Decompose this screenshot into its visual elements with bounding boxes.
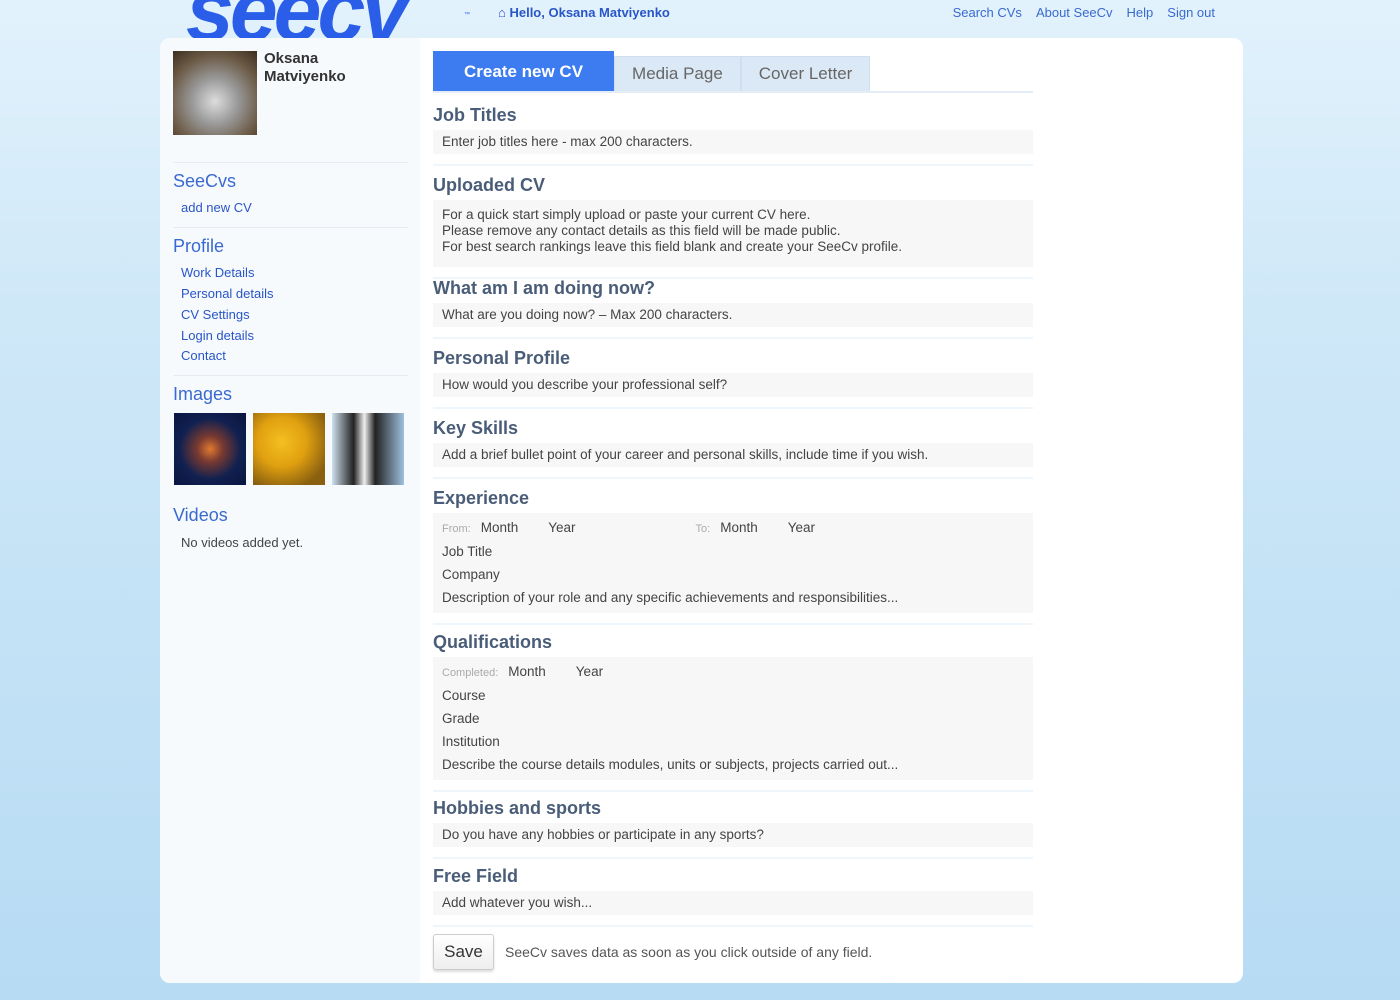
sidebar-item-work-details[interactable]: Work Details xyxy=(181,265,254,280)
top-nav: Search CVs About SeeCv Help Sign out xyxy=(953,5,1215,20)
section-title: What am I am doing now? xyxy=(433,278,655,298)
home-icon: ⌂ xyxy=(498,5,510,20)
company-input[interactable]: Company xyxy=(442,563,1024,586)
sidebar-item-add-new-cv[interactable]: add new CV xyxy=(181,200,252,215)
section-title: Personal Profile xyxy=(433,348,571,368)
experience-fields: From: Month Year To: Month Year Job Titl… xyxy=(433,513,1033,613)
section-title: Job Titles xyxy=(433,105,517,125)
nav-sign-out[interactable]: Sign out xyxy=(1167,5,1215,20)
avatar[interactable] xyxy=(173,51,257,135)
sidebar-item-personal-details[interactable]: Personal details xyxy=(181,286,274,301)
section-title: Experience xyxy=(433,488,530,508)
save-button[interactable]: Save xyxy=(433,934,494,970)
section-doing-now: What am I am doing now? What are you doi… xyxy=(433,278,1033,339)
main-card: Oksana Matviyenko SeeCvs add new CV Prof… xyxy=(160,38,1243,983)
job-title-input[interactable]: Job Title xyxy=(442,540,1024,563)
sidebar-item-cv-settings[interactable]: CV Settings xyxy=(181,307,250,322)
section-personal-profile: Personal Profile How would you describe … xyxy=(433,348,1033,409)
to-year-select[interactable]: Year xyxy=(788,520,815,536)
user-name: Oksana Matviyenko xyxy=(264,50,346,85)
sidebar-item-login-details[interactable]: Login details xyxy=(181,328,254,343)
section-experience: Experience From: Month Year To: Month Ye… xyxy=(433,488,1033,625)
section-title: Qualifications xyxy=(433,632,553,652)
sidebar-heading-videos[interactable]: Videos xyxy=(173,505,228,526)
divider xyxy=(173,227,408,228)
doing-now-input[interactable]: What are you doing now? – Max 200 charac… xyxy=(433,303,1033,327)
videos-empty-text: No videos added yet. xyxy=(181,535,304,550)
sidebar: Oksana Matviyenko SeeCvs add new CV Prof… xyxy=(160,38,420,983)
tab-cover-letter[interactable]: Cover Letter xyxy=(740,56,871,92)
tab-bar: Create new CV Media Page Cover Letter xyxy=(433,51,871,92)
completed-year-select[interactable]: Year xyxy=(576,664,603,680)
sidebar-item-contact[interactable]: Contact xyxy=(181,348,226,363)
section-key-skills: Key Skills Add a brief bullet point of y… xyxy=(433,418,1033,479)
trademark: ™ xyxy=(464,12,470,18)
section-qualifications: Qualifications Completed: Month Year Cou… xyxy=(433,632,1033,792)
nav-help[interactable]: Help xyxy=(1127,5,1154,20)
qualification-description-input[interactable]: Describe the course details modules, uni… xyxy=(442,753,1024,776)
key-skills-input[interactable]: Add a brief bullet point of your career … xyxy=(433,443,1033,467)
nav-search-cvs[interactable]: Search CVs xyxy=(953,5,1022,20)
tab-underline xyxy=(433,91,1033,93)
image-thumbnail-jellyfish[interactable] xyxy=(174,413,246,485)
divider xyxy=(173,375,408,376)
divider xyxy=(173,162,408,163)
qualification-fields: Completed: Month Year Course Grade Insti… xyxy=(433,657,1033,780)
free-field-input[interactable]: Add whatever you wish... xyxy=(433,891,1033,915)
nav-about[interactable]: About SeeCv xyxy=(1036,5,1113,20)
to-month-select[interactable]: Month xyxy=(720,520,758,536)
completed-month-select[interactable]: Month xyxy=(508,664,546,680)
section-job-titles: Job Titles Enter job titles here - max 2… xyxy=(433,105,1033,166)
section-title: Uploaded CV xyxy=(433,175,546,195)
sidebar-heading-images[interactable]: Images xyxy=(173,384,232,405)
sidebar-heading-seecvs[interactable]: SeeCvs xyxy=(173,171,236,192)
section-title: Key Skills xyxy=(433,418,519,438)
section-free-field: Free Field Add whatever you wish... xyxy=(433,866,1033,927)
hobbies-input[interactable]: Do you have any hobbies or participate i… xyxy=(433,823,1033,847)
section-uploaded-cv: Uploaded CV For a quick start simply upl… xyxy=(433,175,1033,279)
institution-input[interactable]: Institution xyxy=(442,730,1024,753)
from-month-select[interactable]: Month xyxy=(481,520,519,536)
section-title: Hobbies and sports xyxy=(433,798,602,818)
from-year-select[interactable]: Year xyxy=(548,520,575,536)
section-title: Free Field xyxy=(433,866,519,886)
job-titles-input[interactable]: Enter job titles here - max 200 characte… xyxy=(433,130,1033,154)
image-thumbnail-penguins[interactable] xyxy=(332,413,404,485)
grade-input[interactable]: Grade xyxy=(442,707,1024,730)
uploaded-cv-input[interactable]: For a quick start simply upload or paste… xyxy=(433,200,1033,267)
personal-profile-input[interactable]: How would you describe your professional… xyxy=(433,373,1033,397)
sidebar-heading-profile[interactable]: Profile xyxy=(173,236,224,257)
tab-media-page[interactable]: Media Page xyxy=(614,56,741,92)
greeting[interactable]: ⌂ Hello, Oksana Matviyenko xyxy=(498,5,670,20)
experience-description-input[interactable]: Description of your role and any specifi… xyxy=(442,586,1024,609)
save-note: SeeCv saves data as soon as you click ou… xyxy=(505,944,873,960)
tab-create-new-cv[interactable]: Create new CV xyxy=(433,51,615,92)
course-input[interactable]: Course xyxy=(442,684,1024,707)
section-hobbies: Hobbies and sports Do you have any hobbi… xyxy=(433,798,1033,859)
image-thumbnail-tulips[interactable] xyxy=(253,413,325,485)
